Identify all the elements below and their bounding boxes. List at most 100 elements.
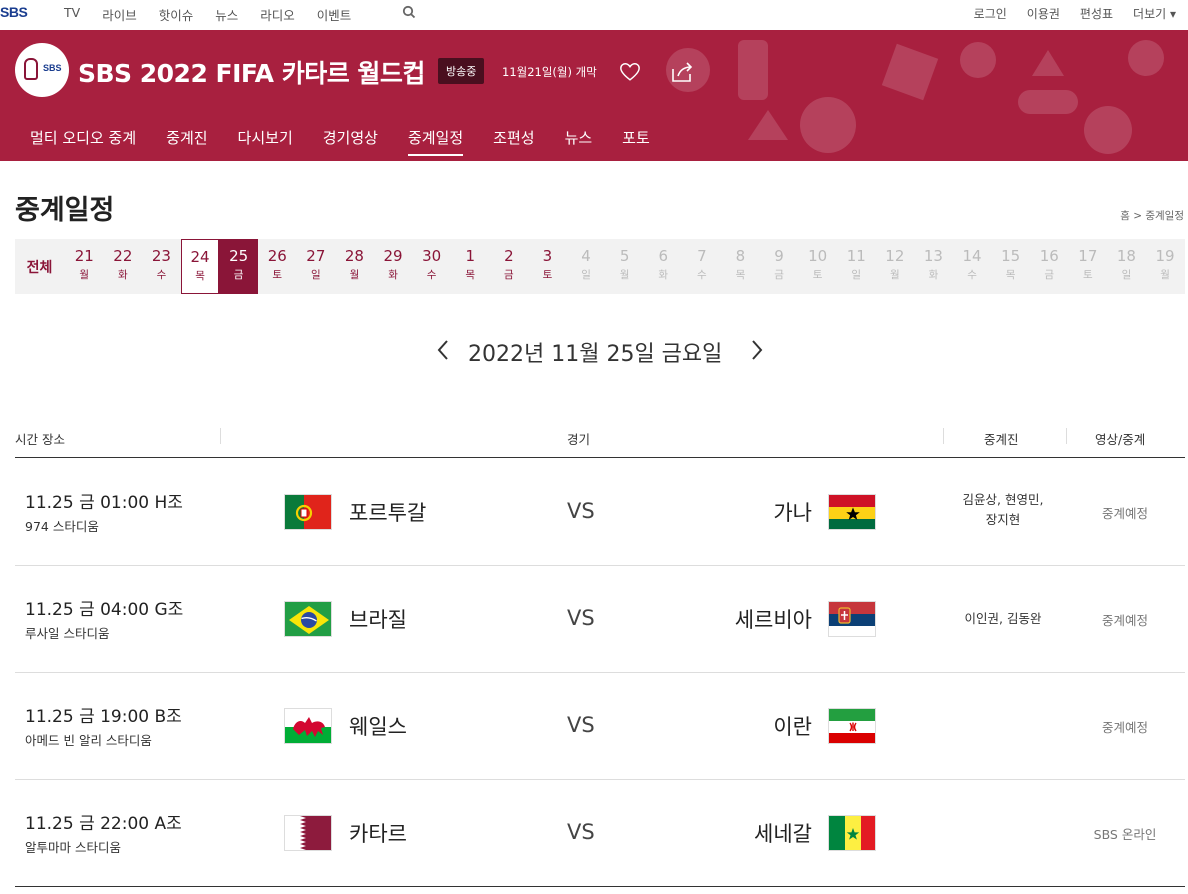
tab-groups[interactable]: 조편성 [493, 127, 534, 154]
date-item[interactable]: 2금 [490, 239, 529, 294]
date-number: 26 [267, 247, 287, 265]
date-item[interactable]: 18 일 [1107, 239, 1146, 294]
date-number: 21 [74, 247, 94, 265]
date-weekday: 일 [851, 269, 862, 281]
portugal-flag-icon [284, 494, 332, 530]
next-day-chevron-icon[interactable] [748, 337, 766, 367]
date-item[interactable]: 27 일 [297, 239, 336, 294]
date-item[interactable]: 29 화 [374, 239, 413, 294]
date-item[interactable]: 24 목 [180, 239, 220, 294]
date-item[interactable]: 1목 [451, 239, 490, 294]
date-item[interactable]: 14 수 [953, 239, 992, 294]
opening-date: 11월21일(월) 개막 [502, 65, 597, 79]
date-item[interactable]: 9금 [760, 239, 799, 294]
date-weekday: 목 [735, 269, 746, 281]
sbs-logo[interactable]: SBS [0, 4, 28, 20]
caster-line: 김윤상, 현영민, [962, 492, 1044, 507]
breadcrumb[interactable]: 홈 > 중계일정 [1120, 208, 1184, 223]
date-number: 30 [422, 247, 442, 265]
world-cup-emblem[interactable]: SBS [15, 43, 69, 97]
date-item[interactable]: 7수 [683, 239, 722, 294]
date-item[interactable]: 11 일 [837, 239, 876, 294]
tab-multi-audio[interactable]: 멀티 오디오 중계 [30, 127, 136, 154]
match-time: 11.25 금 19:00 B조 [25, 707, 182, 727]
search-icon[interactable] [402, 5, 416, 23]
date-item[interactable]: 6화 [644, 239, 683, 294]
ghana-flag-icon [828, 494, 876, 530]
program-title[interactable]: SBS 2022 FIFA 카타르 월드컵 [78, 54, 425, 90]
tab-casters[interactable]: 중계진 [166, 127, 207, 154]
top-navigation: SBS TV 라이브 핫이슈 뉴스 라디오 이벤트 로그인 이용권 편성표 더보… [0, 0, 1188, 30]
broadcast-status-link[interactable]: 중계예정 [1085, 610, 1165, 629]
previous-day-chevron-icon[interactable] [434, 337, 452, 367]
date-item[interactable]: 30 수 [412, 239, 451, 294]
date-selector: 전체 21 월 22 화 23 수 24 목 25 금 26 토 27 일 28 월 29 화 30 수 1 목 2 금 3 토 4… [15, 239, 1185, 294]
date-item[interactable]: 17 토 [1069, 239, 1108, 294]
match-venue: 알투마마 스타디움 [25, 840, 121, 855]
date-item[interactable]: 21 월 [65, 239, 104, 294]
nav-item-live[interactable]: 라이브 [102, 5, 137, 24]
date-item[interactable]: 13 화 [914, 239, 953, 294]
broadcast-status-link[interactable]: 중계예정 [1085, 717, 1165, 736]
date-number: 2 [504, 247, 514, 265]
date-item[interactable]: 10 토 [798, 239, 837, 294]
date-item[interactable]: 25 금 [219, 239, 258, 294]
date-item[interactable]: 3토 [528, 239, 567, 294]
tab-photo[interactable]: 포토 [622, 127, 650, 154]
header-match: 경기 [567, 432, 591, 447]
date-weekday: 화 [388, 269, 398, 281]
date-item[interactable]: 4일 [567, 239, 606, 294]
away-team-name: 이란 [773, 715, 812, 739]
date-weekday: 월 [619, 269, 630, 281]
date-number: 27 [306, 247, 326, 265]
date-item[interactable]: 16 금 [1030, 239, 1069, 294]
nav-item-tv[interactable]: TV [64, 5, 80, 24]
header-video: 영상/중계 [1095, 432, 1146, 447]
nav-item-hot-issue[interactable]: 핫이슈 [159, 5, 194, 24]
date-number: 18 [1116, 247, 1136, 265]
date-item[interactable]: 19 월 [1146, 239, 1185, 294]
more-menu-button[interactable]: 더보기 ▾ [1133, 5, 1176, 22]
date-item[interactable]: 23 수 [142, 239, 181, 294]
subscription-link[interactable]: 이용권 [1027, 5, 1060, 22]
broadcast-status-link[interactable]: SBS 온라인 [1085, 824, 1165, 843]
header-time-venue: 시간 장소 [15, 432, 65, 447]
date-number: 15 [1001, 247, 1021, 265]
date-item[interactable]: 8목 [721, 239, 760, 294]
date-item[interactable]: 15 목 [991, 239, 1030, 294]
nav-item-radio[interactable]: 라디오 [260, 5, 295, 24]
tab-broadcast-schedule[interactable]: 중계일정 [407, 127, 464, 156]
date-number: 25 [229, 247, 249, 265]
date-all-button[interactable]: 전체 [15, 239, 64, 294]
date-item[interactable]: 26 토 [258, 239, 297, 294]
date-item[interactable]: 12 월 [876, 239, 915, 294]
date-item[interactable]: 5월 [605, 239, 644, 294]
login-link[interactable]: 로그인 [974, 5, 1007, 22]
date-number: 9 [774, 247, 784, 265]
date-number: 29 [383, 247, 403, 265]
date-weekday: 수 [967, 269, 977, 281]
share-icon[interactable] [670, 61, 694, 87]
favorite-heart-icon[interactable] [619, 61, 641, 87]
date-weekday: 목 [1005, 269, 1016, 281]
date-weekday: 토 [542, 269, 553, 281]
tv-schedule-link[interactable]: 편성표 [1080, 5, 1113, 22]
date-item[interactable]: 28 월 [335, 239, 374, 294]
nav-item-event[interactable]: 이벤트 [317, 5, 352, 24]
date-number: 5 [619, 247, 630, 265]
tab-replay[interactable]: 다시보기 [238, 127, 293, 154]
date-item[interactable]: 22 화 [104, 239, 143, 294]
date-number: 12 [885, 247, 905, 265]
date-number: 24 [190, 248, 210, 266]
away-team-name: 세네갈 [754, 822, 812, 846]
date-number: 19 [1155, 247, 1175, 265]
tab-news[interactable]: 뉴스 [565, 127, 593, 154]
tab-match-video[interactable]: 경기영상 [323, 127, 378, 154]
broadcast-status-link[interactable]: 중계예정 [1085, 503, 1165, 522]
nav-item-news[interactable]: 뉴스 [215, 5, 238, 24]
caster-names: 김윤상, 현영민, 장지현 [945, 490, 1061, 530]
date-number: 17 [1078, 247, 1098, 265]
date-weekday: 월 [79, 269, 90, 281]
away-team-name: 세르비아 [734, 608, 812, 632]
caster-line: 장지현 [985, 512, 1021, 527]
